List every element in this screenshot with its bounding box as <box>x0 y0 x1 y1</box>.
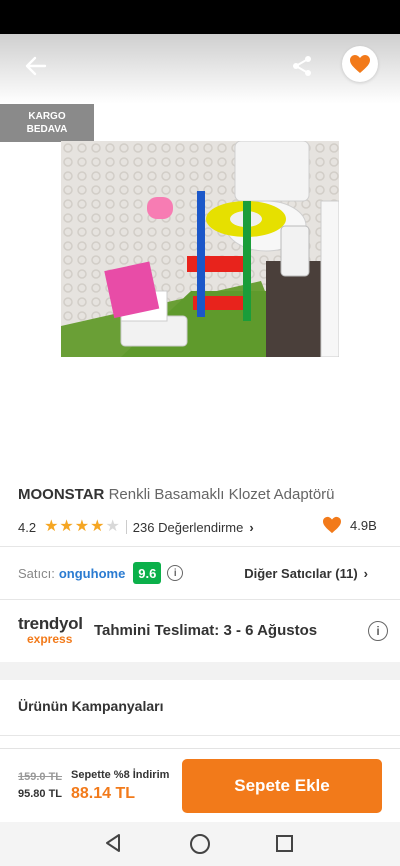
product-title: MOONSTAR Renkli Basamaklı Klozet Adaptör… <box>18 486 388 503</box>
star-icon: ★ <box>90 518 105 535</box>
seller-score-badge: 9.6 <box>133 562 162 584</box>
chevron-right-icon: › <box>363 565 368 581</box>
share-icon <box>293 56 311 76</box>
nav-back-icon[interactable] <box>104 833 122 853</box>
delivery-dates: 3 - 6 Ağustos <box>223 622 318 639</box>
product-image-area[interactable]: KARGO BEDAVA <box>0 34 400 466</box>
info-icon[interactable]: i <box>167 565 184 581</box>
product-photo[interactable] <box>61 141 339 357</box>
back-arrow-icon <box>25 56 47 76</box>
favorite-count[interactable]: 4.9B <box>322 516 377 534</box>
star-empty-icon: ★ <box>105 518 120 535</box>
nav-home-icon[interactable] <box>190 834 210 854</box>
delivery-row: trendyol express Tahmini Teslimat: 3 - 6… <box>18 615 388 651</box>
rating-stars: ★ ★ ★ ★ ★ <box>44 519 120 535</box>
purchase-bar: 159.0 TL 95.80 TL Sepette %8 İndirim 88.… <box>0 748 400 822</box>
add-to-cart-button[interactable]: Sepete Ekle <box>182 759 382 813</box>
estimated-delivery: Tahmini Teslimat: 3 - 6 Ağustos <box>94 622 317 639</box>
other-sellers-label: Diğer Satıcılar (11) <box>244 565 358 581</box>
divider <box>0 546 400 547</box>
favorite-button[interactable] <box>342 46 378 82</box>
other-sellers-link[interactable]: Diğer Satıcılar (11) › <box>244 561 368 585</box>
final-price: 88.14 TL <box>71 785 136 802</box>
info-icon[interactable]: i <box>368 621 388 641</box>
seller-label: Satıcı: <box>18 565 55 581</box>
product-brand: MOONSTAR <box>18 486 105 503</box>
heart-icon <box>323 516 341 534</box>
favorite-count-value: 4.9B <box>350 517 377 533</box>
seller-row: Satıcı: onguhome 9.6 i Diğer Satıcılar (… <box>18 561 388 585</box>
badge-line-2: BEDAVA <box>26 124 68 135</box>
original-price: 159.0 TL <box>18 771 63 783</box>
share-button[interactable] <box>284 48 320 84</box>
divider <box>0 735 400 736</box>
trendyol-express-logo: trendyol express <box>18 614 88 646</box>
chevron-right-icon: › <box>249 519 254 535</box>
seller-name-link[interactable]: onguhome <box>59 566 125 581</box>
logo-top: trendyol <box>18 614 83 633</box>
star-icon: ★ <box>74 518 90 535</box>
status-bar <box>0 0 400 34</box>
review-count-link[interactable]: 236 Değerlendirme <box>133 520 244 535</box>
campaigns-heading[interactable]: Ürünün Kampanyaları <box>18 698 163 714</box>
star-icon: ★ <box>59 518 74 535</box>
section-gap <box>0 662 400 680</box>
delivery-label: Tahmini Teslimat: <box>94 622 220 639</box>
free-shipping-badge: KARGO BEDAVA <box>0 104 94 142</box>
star-icon: ★ <box>44 518 59 535</box>
logo-bottom: express <box>27 632 73 646</box>
product-name: Renkli Basamaklı Klozet Adaptörü <box>108 486 335 503</box>
previous-price: 95.80 TL <box>18 788 63 800</box>
top-gradient <box>0 34 400 104</box>
heart-icon <box>350 55 370 73</box>
divider <box>0 599 400 600</box>
badge-line-1: KARGO <box>28 111 66 122</box>
cart-discount-label: Sepette %8 İndirim <box>71 769 170 781</box>
rating-value: 4.2 <box>18 519 37 535</box>
nav-recent-apps-icon[interactable] <box>276 835 293 852</box>
system-nav-bar <box>0 822 400 866</box>
back-button[interactable] <box>18 48 54 84</box>
divider <box>125 520 127 534</box>
